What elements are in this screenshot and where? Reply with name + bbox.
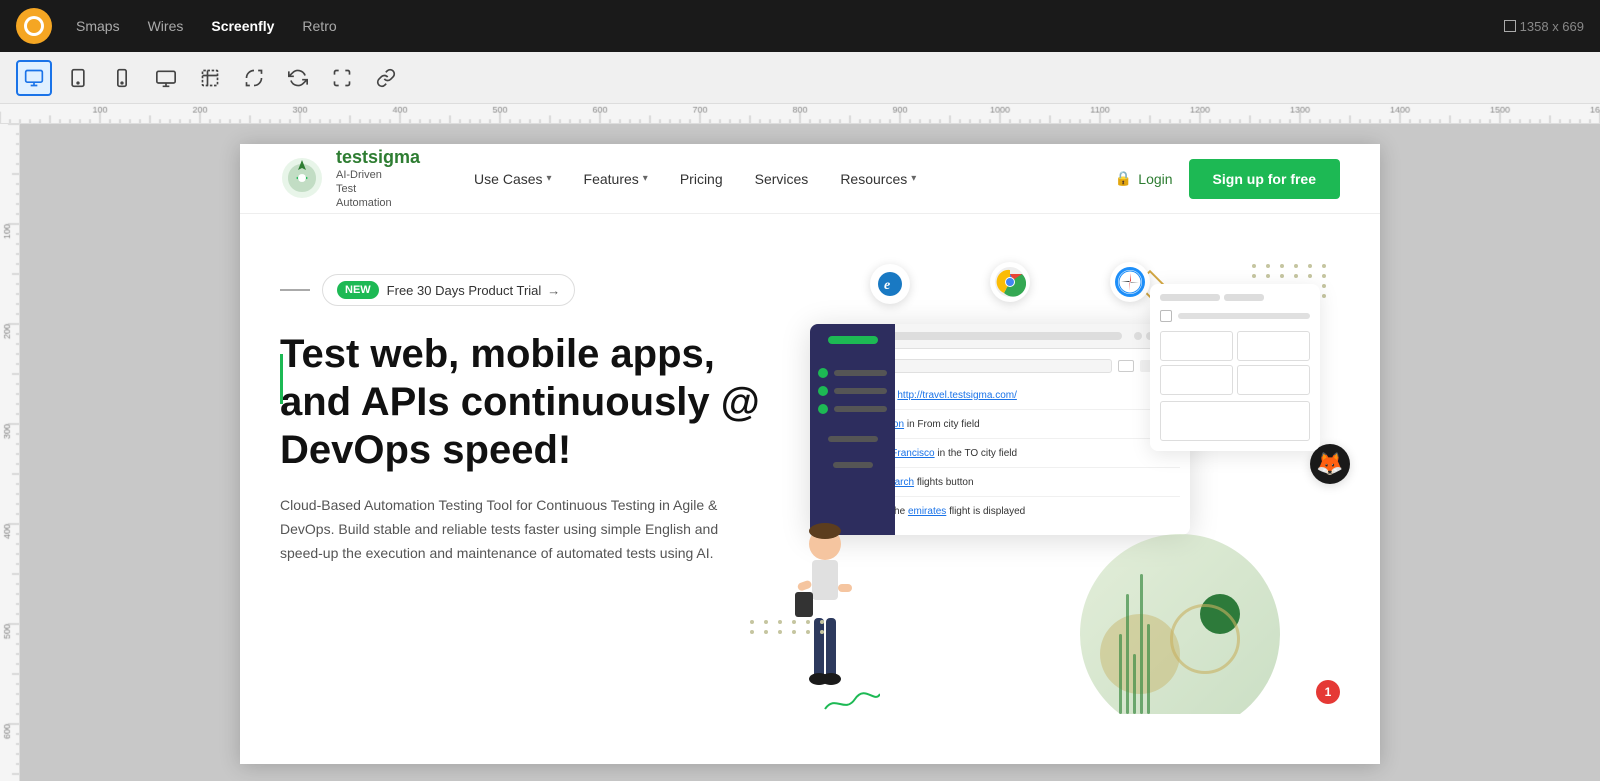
vertical-lines-deco (1119, 574, 1150, 714)
browser-mockup: 1 Navigate to http://travel.testsigma.co… (810, 324, 1190, 535)
side-panel (1150, 284, 1320, 451)
ruler-vertical (0, 124, 20, 781)
site-logo-tagline: AI-Driven Test Automation (336, 168, 420, 211)
main-area: testsigma AI-Driven Test Automation Use … (0, 124, 1600, 781)
circle-outline-decoration (1170, 604, 1240, 674)
nav-smaps[interactable]: Smaps (76, 18, 120, 34)
login-button[interactable]: 🔒 Login (1115, 170, 1173, 187)
firefox-browser-icon: 🦊 (1310, 444, 1350, 484)
nav-use-cases[interactable]: Use Cases ▾ (460, 163, 566, 195)
svg-text:e: e (884, 278, 890, 293)
app-logo[interactable] (16, 8, 52, 44)
nav-wires[interactable]: Wires (148, 18, 184, 34)
tool-desktop[interactable] (16, 60, 52, 96)
close-icon (1118, 360, 1134, 372)
squiggle-decoration (820, 684, 880, 714)
vl-5 (1147, 624, 1150, 714)
size-indicator-top: 1358 x 669 (1504, 19, 1584, 34)
nav-resources[interactable]: Resources ▾ (826, 163, 930, 195)
browser-address-bar (872, 332, 1122, 340)
vl-2 (1126, 594, 1129, 714)
panel-header-bar (828, 336, 878, 344)
tool-fit[interactable] (324, 60, 360, 96)
nav-features[interactable]: Features ▾ (570, 163, 662, 195)
chevron-down-icon: ▾ (911, 173, 916, 184)
size-box-icon (1504, 20, 1516, 32)
chevron-down-icon: ▾ (643, 173, 648, 184)
hero-title: Test web, mobile apps, and APIs continuo… (280, 330, 780, 474)
app-nav: Smaps Wires Screenfly Retro (76, 18, 337, 34)
new-badge-row: NEW Free 30 Days Product Trial → (280, 274, 780, 306)
viewport: testsigma AI-Driven Test Automation Use … (20, 124, 1600, 781)
sp-row-1 (1160, 307, 1310, 325)
ruler-horizontal (0, 104, 1600, 124)
site-nav: testsigma AI-Driven Test Automation Use … (240, 144, 1380, 214)
side-panel-header (1160, 294, 1310, 301)
tool-flip[interactable] (280, 60, 316, 96)
website-frame: testsigma AI-Driven Test Automation Use … (240, 144, 1380, 764)
trial-link: Free 30 Days Product Trial → (387, 283, 561, 298)
nav-retro[interactable]: Retro (302, 18, 336, 34)
hero-subtitle: Cloud-Based Automation Testing Tool for … (280, 494, 720, 565)
tool-rotate[interactable] (236, 60, 272, 96)
panel-item-1 (818, 368, 887, 378)
dash-decoration (280, 289, 310, 291)
vl-3 (1133, 654, 1136, 714)
test-steps-panel (810, 324, 895, 535)
safari-browser-icon (1110, 262, 1150, 302)
hero-left: NEW Free 30 Days Product Trial → Test we… (280, 254, 780, 714)
site-logo[interactable]: testsigma AI-Driven Test Automation (280, 147, 420, 211)
chrome-browser-icon (990, 262, 1030, 302)
green-bar-decoration (280, 354, 283, 404)
nav-actions: 🔒 Login Sign up for free (1115, 159, 1340, 199)
sp-grid (1160, 331, 1310, 395)
tool-bar (0, 52, 1600, 104)
vl-1 (1119, 634, 1122, 714)
nav-screenfly[interactable]: Screenfly (211, 18, 274, 34)
notification-badge: 1 (1316, 680, 1340, 704)
tool-tablet[interactable] (60, 60, 96, 96)
top-bar: Smaps Wires Screenfly Retro 1358 x 669 (0, 0, 1600, 52)
testsigma-logo-icon (280, 156, 324, 200)
tool-monitor[interactable] (148, 60, 184, 96)
lock-icon: 🔒 (1115, 170, 1132, 187)
nav-pricing[interactable]: Pricing (666, 163, 737, 195)
trial-badge-container[interactable]: NEW Free 30 Days Product Trial → (322, 274, 575, 306)
new-badge: NEW (337, 281, 379, 299)
sp-large-input (1160, 401, 1310, 441)
browser-body: 1 Navigate to http://travel.testsigma.co… (810, 349, 1190, 535)
panel-item-3 (818, 404, 887, 414)
vl-4 (1140, 574, 1143, 714)
tool-phone[interactable] (104, 60, 140, 96)
chevron-down-icon: ▾ (547, 173, 552, 184)
signup-button[interactable]: Sign up for free (1189, 159, 1340, 199)
tool-link[interactable] (368, 60, 404, 96)
hero-right: e (780, 254, 1340, 714)
tool-custom[interactable] (192, 60, 228, 96)
hero-section: NEW Free 30 Days Product Trial → Test we… (240, 214, 1380, 714)
panel-item-2 (818, 386, 887, 396)
nav-services[interactable]: Services (741, 163, 823, 195)
dots-decoration-2 (750, 620, 828, 634)
site-logo-text: testsigma (336, 147, 420, 168)
checkbox (1160, 310, 1172, 322)
site-nav-links: Use Cases ▾ Features ▾ Pricing Services (460, 163, 1115, 195)
ie-browser-icon: e (870, 264, 910, 304)
size-label: 1358 x 669 (1520, 19, 1584, 34)
